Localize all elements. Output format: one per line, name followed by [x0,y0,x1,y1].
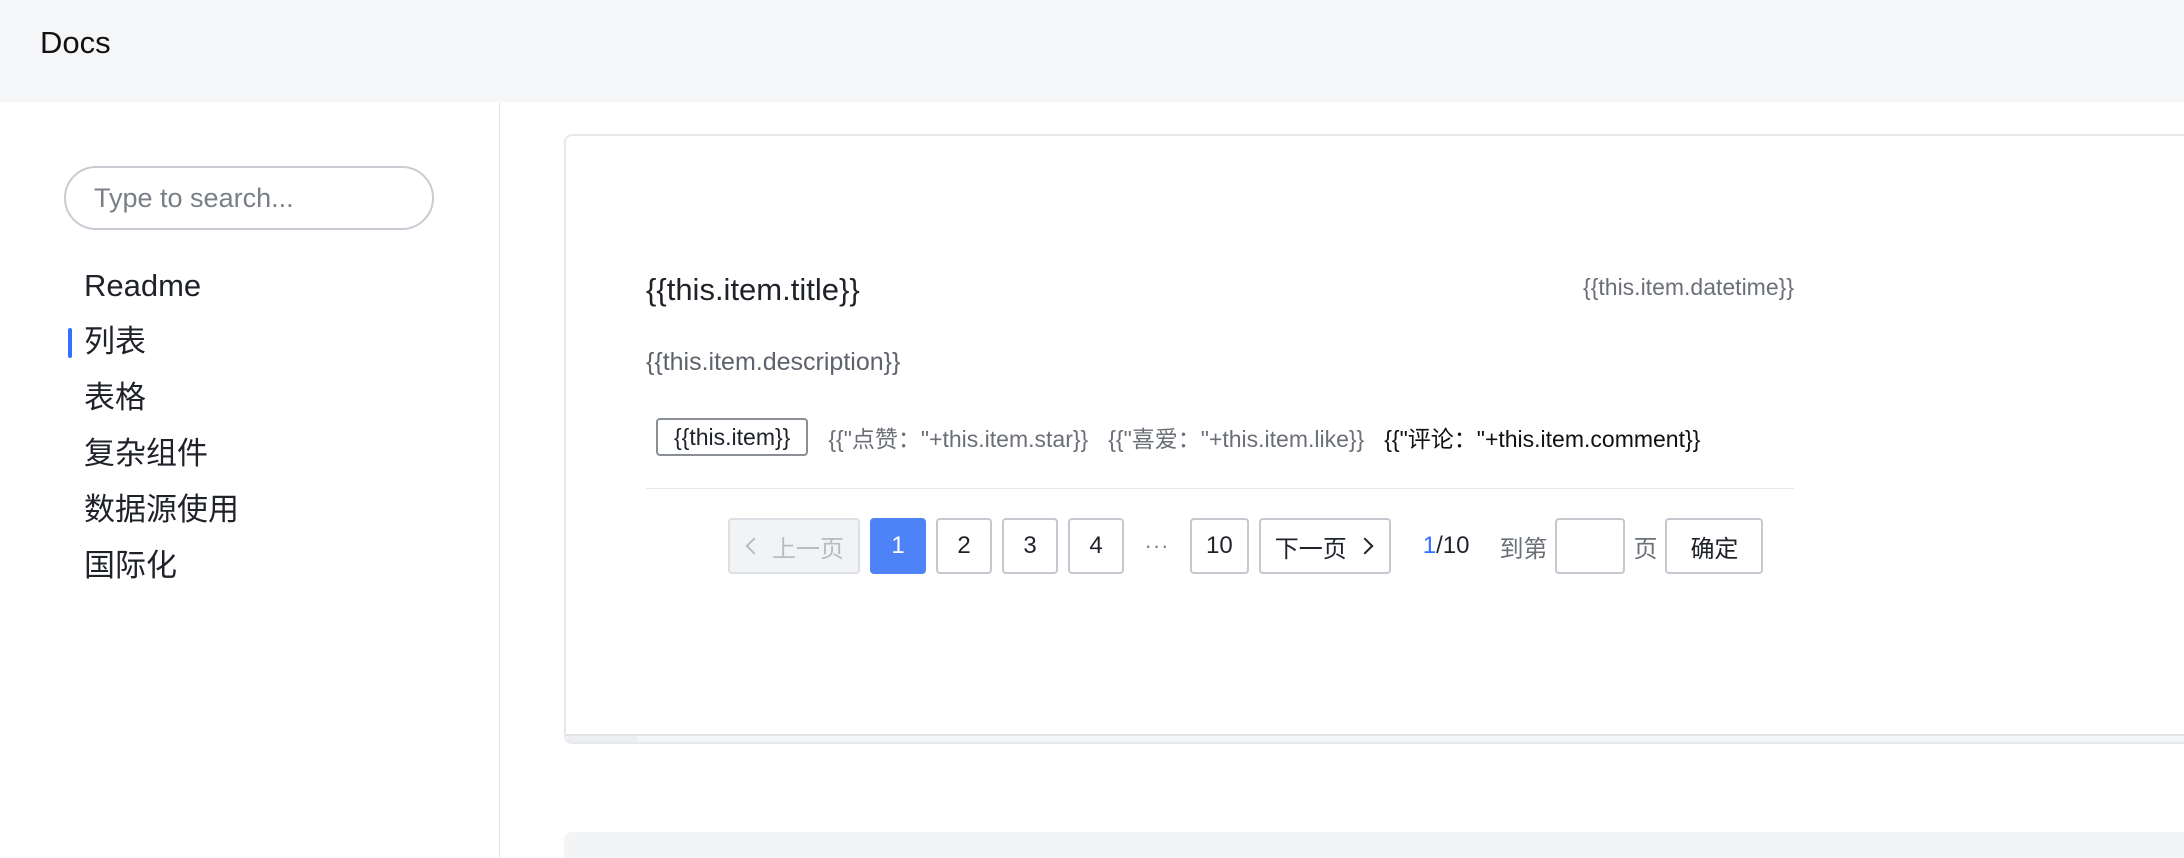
sidebar-item-i18n[interactable]: 国际化 [68,538,239,594]
sidebar-item-datasource[interactable]: 数据源使用 [68,482,239,538]
page-button-1[interactable]: 1 [870,518,926,574]
search-input[interactable] [64,166,434,230]
goto-prefix: 到第 [1499,535,1548,563]
page-button-3[interactable]: 3 [1002,518,1058,574]
list-item-tag: {{this.item}} [656,418,809,456]
sidebar-item-readme[interactable]: Readme [68,258,239,314]
prev-page-button[interactable]: 上一页 [728,518,860,574]
code-toggle-button[interactable]: <> [568,736,638,742]
chevron-left-icon [745,537,763,555]
goto-suffix: 页 [1633,535,1658,563]
sidebar-item-complex-components[interactable]: 复杂组件 [68,426,239,482]
more-pages-icon[interactable]: ··· [1134,533,1180,559]
goto-page-input[interactable] [1555,518,1626,574]
page-button-4[interactable]: 4 [1068,518,1124,574]
chevron-right-icon [1356,537,1374,555]
divider [646,488,1794,489]
page-button-10[interactable]: 10 [1190,518,1249,574]
page-info: 1/10 [1423,532,1470,560]
confirm-button[interactable]: 确定 [1665,518,1764,574]
top-bar: Docs [0,0,2184,102]
list-item-datetime: {{this.item.datetime}} [1583,274,1794,300]
list-item-description: {{this.item.description}} [646,348,901,376]
list-item-actions: {{this.item}} {{"点赞："+this.item.star}} {… [656,418,1700,456]
pagination: 上一页 1 2 3 4 ··· 10 下一页 1/10 到第 页 确定 [728,518,1764,574]
list-item-title: {{this.item.title}} [646,272,860,307]
sidebar-nav: Readme 列表 表格 复杂组件 数据源使用 国际化 [68,258,239,594]
page-button-2[interactable]: 2 [936,518,992,574]
like-action[interactable]: {{"喜爱："+this.item.like}} [1108,420,1364,454]
demo-card: {{this.item.title}} {{this.item.datetime… [564,134,2184,744]
current-page: 1 [1422,532,1437,559]
brand-title[interactable]: Docs [40,25,111,61]
sidebar: Readme 列表 表格 复杂组件 数据源使用 国际化 [0,102,500,858]
next-page-label: 下一页 [1274,535,1347,563]
code-bar: <> [566,734,2184,742]
next-card [564,832,2184,858]
total-pages: /10 [1436,532,1470,559]
prev-page-label: 上一页 [772,535,844,563]
sidebar-item-table[interactable]: 表格 [68,370,239,426]
next-page-button[interactable]: 下一页 [1258,518,1391,574]
sidebar-item-list[interactable]: 列表 [68,314,239,370]
comment-action[interactable]: {{"评论："+this.item.comment}} [1384,420,1700,454]
star-action[interactable]: {{"点赞："+this.item.star}} [828,420,1088,454]
